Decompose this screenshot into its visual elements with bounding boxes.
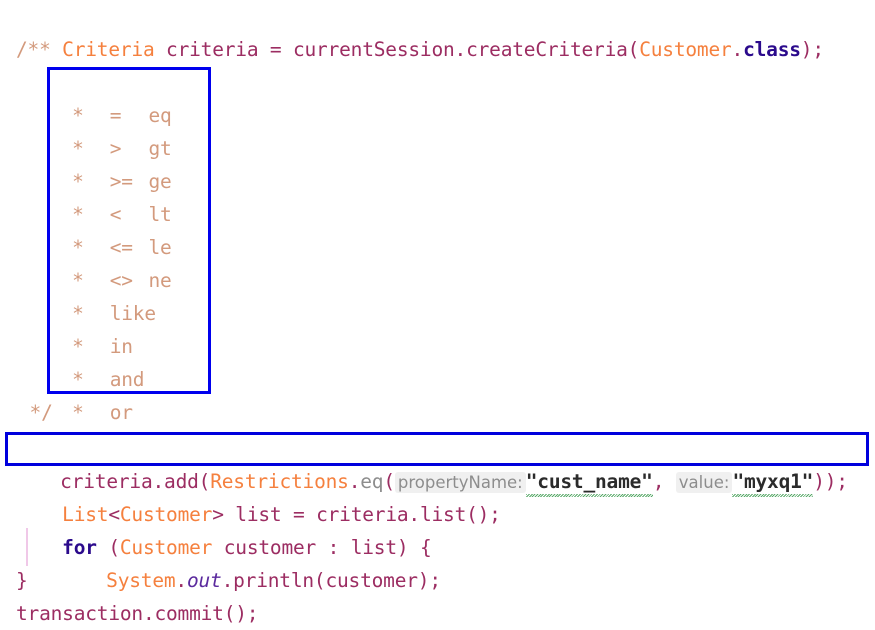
code-line-close-brace: } — [16, 569, 28, 592]
type-criteria: Criteria — [62, 38, 155, 61]
code-line-for-loop: for (Customer customer : list) { — [16, 498, 432, 559]
type-customer-arg: Customer — [639, 38, 732, 61]
code-line-restriction: criteria.add(Restrictions.eq(propertyNam… — [14, 432, 848, 497]
comment-close: */ — [18, 401, 53, 424]
dot-operator-2: . — [731, 38, 744, 61]
keyword-class: class — [743, 38, 801, 61]
code-editor[interactable]: Criteria criteria = currentSession.creat… — [0, 0, 875, 629]
param-hint-value: value: — [675, 472, 733, 493]
comment-row-2: * >= ge — [26, 132, 172, 193]
code-line-println: System.out.println(customer); — [60, 531, 441, 592]
create-criteria-call: createCriteria( — [466, 38, 640, 61]
code-line-declare-criteria: Criteria criteria = currentSession.creat… — [16, 0, 824, 61]
code-line-commit: transaction.commit(); — [16, 602, 259, 625]
string-cust-name: "cust_name" — [525, 470, 653, 493]
indent-guide-line — [26, 528, 28, 566]
comment-asterisk: * — [72, 401, 84, 424]
comment-row-3: * < lt — [26, 165, 172, 226]
restriction-suffix: )); — [813, 470, 848, 493]
comment-open: /** — [16, 38, 51, 61]
comment-row-0: * = eq — [26, 66, 172, 127]
dot-operator-2: . — [221, 569, 234, 592]
static-field-out: out — [186, 569, 222, 592]
comment-row-5: * <> ne — [26, 231, 172, 292]
arg-separator: , — [652, 470, 676, 493]
string-myxq1: "myxq1" — [732, 470, 814, 493]
comment-row-1: * > gt — [26, 99, 172, 160]
dot-operator: . — [454, 38, 467, 61]
class-system: System — [106, 569, 176, 592]
criteria-assignment: criteria = currentSession — [154, 38, 455, 61]
comment-row-8: * and — [26, 330, 144, 391]
comment-row-7: * in — [26, 297, 133, 358]
operator-name-or: or — [109, 401, 133, 424]
code-line-list-declaration: List<Customer> list = criteria.list(); — [16, 465, 501, 526]
line1-tail: ); — [800, 38, 824, 61]
comment-row-6: * like — [26, 264, 156, 325]
dot-operator: . — [175, 569, 187, 592]
comment-row-4: * <= le — [26, 198, 172, 259]
println-call: println(customer); — [233, 569, 441, 592]
comment-row-9: * or — [26, 363, 133, 424]
